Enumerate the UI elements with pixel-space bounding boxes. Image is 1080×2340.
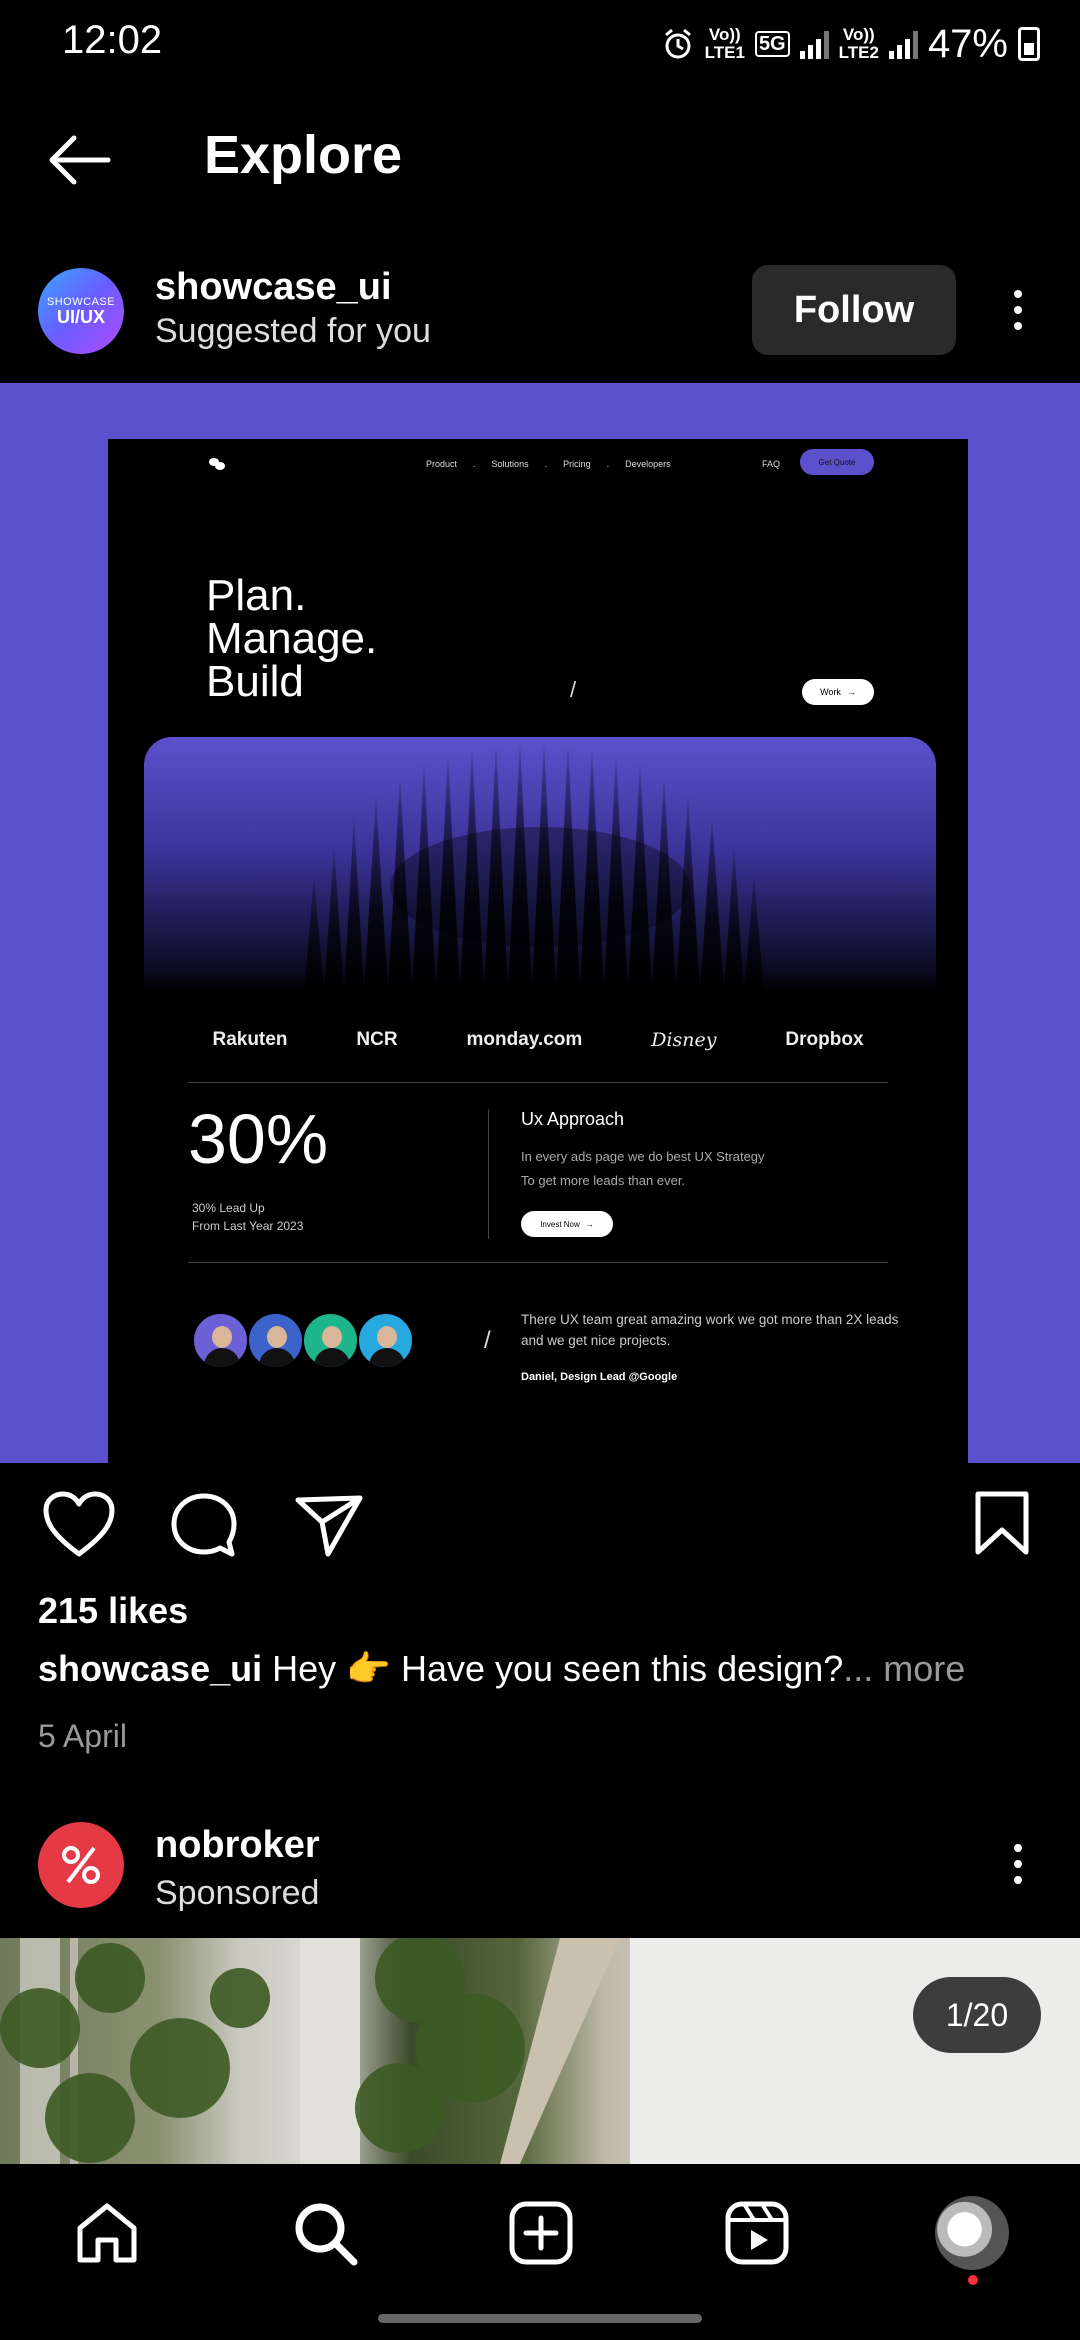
mockup-get-quote: Get Quote	[800, 449, 874, 475]
mockup-slash: /	[484, 1327, 491, 1354]
more-options-icon[interactable]	[1012, 290, 1024, 330]
mockup-signature: Daniel, Design Lead @Google	[521, 1371, 678, 1383]
mockup-ux-text: In every ads page we do best UX Strategy…	[521, 1149, 765, 1188]
search-icon[interactable]	[290, 2198, 360, 2268]
team-avatar	[247, 1312, 304, 1369]
divider	[488, 1109, 489, 1239]
comment-icon[interactable]	[168, 1490, 240, 1562]
back-arrow-icon[interactable]	[44, 130, 114, 190]
caption-text: Hey 👉 Have you seen this design?	[272, 1648, 844, 1689]
mockup-stat: 30%	[188, 1100, 329, 1178]
mockup-faq: FAQ	[762, 459, 781, 469]
mockup-testimonial: There UX team great amazing work we got …	[521, 1312, 899, 1348]
post-caption[interactable]: showcase_ui Hey 👉 Have you seen this des…	[38, 1648, 1048, 1690]
notification-dot	[968, 2275, 978, 2285]
post-image[interactable]: Product. Solutions. Pricing. Developers …	[0, 383, 1080, 1463]
mockup-work-button: Work →	[802, 679, 874, 705]
sim2-label: Vo)) LTE2	[838, 25, 879, 62]
clock: 12:02	[62, 18, 163, 62]
client-logos: Rakuten NCR monday.com Disney Dropbox	[108, 1029, 968, 1051]
logo-disney: Disney	[651, 1029, 717, 1051]
team-avatar	[302, 1312, 359, 1369]
sponsor-avatar[interactable]	[38, 1822, 124, 1908]
team-avatars	[192, 1312, 414, 1369]
team-avatar	[192, 1312, 249, 1369]
mockup-hero: Plan. Manage. Build	[206, 571, 378, 706]
percent-logo-icon	[62, 1846, 100, 1884]
mockup-nav: Product. Solutions. Pricing. Developers	[426, 459, 671, 469]
divider	[188, 1082, 888, 1083]
logo-dropbox: Dropbox	[785, 1029, 864, 1050]
reels-icon[interactable]	[722, 2198, 792, 2268]
author-username[interactable]: showcase_ui	[155, 266, 392, 309]
caption-more-link[interactable]: ... more	[843, 1648, 965, 1689]
home-icon[interactable]	[72, 2198, 142, 2268]
more-options-icon[interactable]	[1012, 1844, 1024, 1884]
logo-rakuten: Rakuten	[212, 1029, 288, 1050]
sponsor-username[interactable]: nobroker	[155, 1824, 320, 1867]
divider	[188, 1262, 888, 1263]
save-bookmark-icon[interactable]	[974, 1490, 1030, 1556]
alarm-icon	[664, 28, 691, 59]
caption-username[interactable]: showcase_ui	[38, 1648, 262, 1689]
signal-2-icon	[888, 29, 918, 59]
network-type: 5G	[754, 31, 790, 57]
battery-percent: 47%	[927, 21, 1008, 66]
carousel-page-indicator: 1/20	[913, 1977, 1041, 2053]
status-bar: 12:02 Vo)) LTE1 5G Vo)) LTE2 47%	[0, 0, 1080, 88]
design-mockup: Product. Solutions. Pricing. Developers …	[108, 439, 968, 1463]
gesture-bar[interactable]	[378, 2314, 702, 2323]
screen: 12:02 Vo)) LTE1 5G Vo)) LTE2 47% Explore S…	[0, 0, 1080, 2340]
suggested-label: Suggested for you	[155, 312, 431, 350]
sponsored-carousel-image[interactable]	[0, 1938, 1080, 2164]
post-date: 5 April	[38, 1718, 127, 1754]
mockup-slash: /	[570, 677, 577, 702]
logo-monday: monday.com	[466, 1029, 583, 1050]
brand-logo-icon	[209, 458, 225, 470]
mockup-invest-button: Invest Now →	[521, 1211, 613, 1237]
follow-button[interactable]: Follow	[752, 265, 956, 355]
mockup-stat-caption: 30% Lead Up From Last Year 2023	[192, 1201, 304, 1233]
battery-icon	[1018, 27, 1040, 61]
profile-avatar[interactable]	[935, 2196, 1009, 2270]
share-send-icon[interactable]	[294, 1492, 364, 1560]
team-avatar	[357, 1312, 414, 1369]
signal-1-icon	[799, 29, 829, 59]
page-title: Explore	[204, 125, 403, 185]
sponsored-label: Sponsored	[155, 1874, 320, 1912]
logo-ncr: NCR	[356, 1029, 398, 1050]
likes-count[interactable]: 215 likes	[38, 1590, 188, 1632]
sim1-label: Vo)) LTE1	[704, 25, 745, 62]
author-avatar[interactable]: SHOWCASE UI/UX	[38, 268, 124, 354]
create-post-icon[interactable]	[506, 2198, 576, 2268]
mockup-wave-graphic	[144, 737, 936, 992]
like-heart-icon[interactable]	[42, 1490, 116, 1560]
mockup-ux-title: Ux Approach	[521, 1109, 625, 1129]
